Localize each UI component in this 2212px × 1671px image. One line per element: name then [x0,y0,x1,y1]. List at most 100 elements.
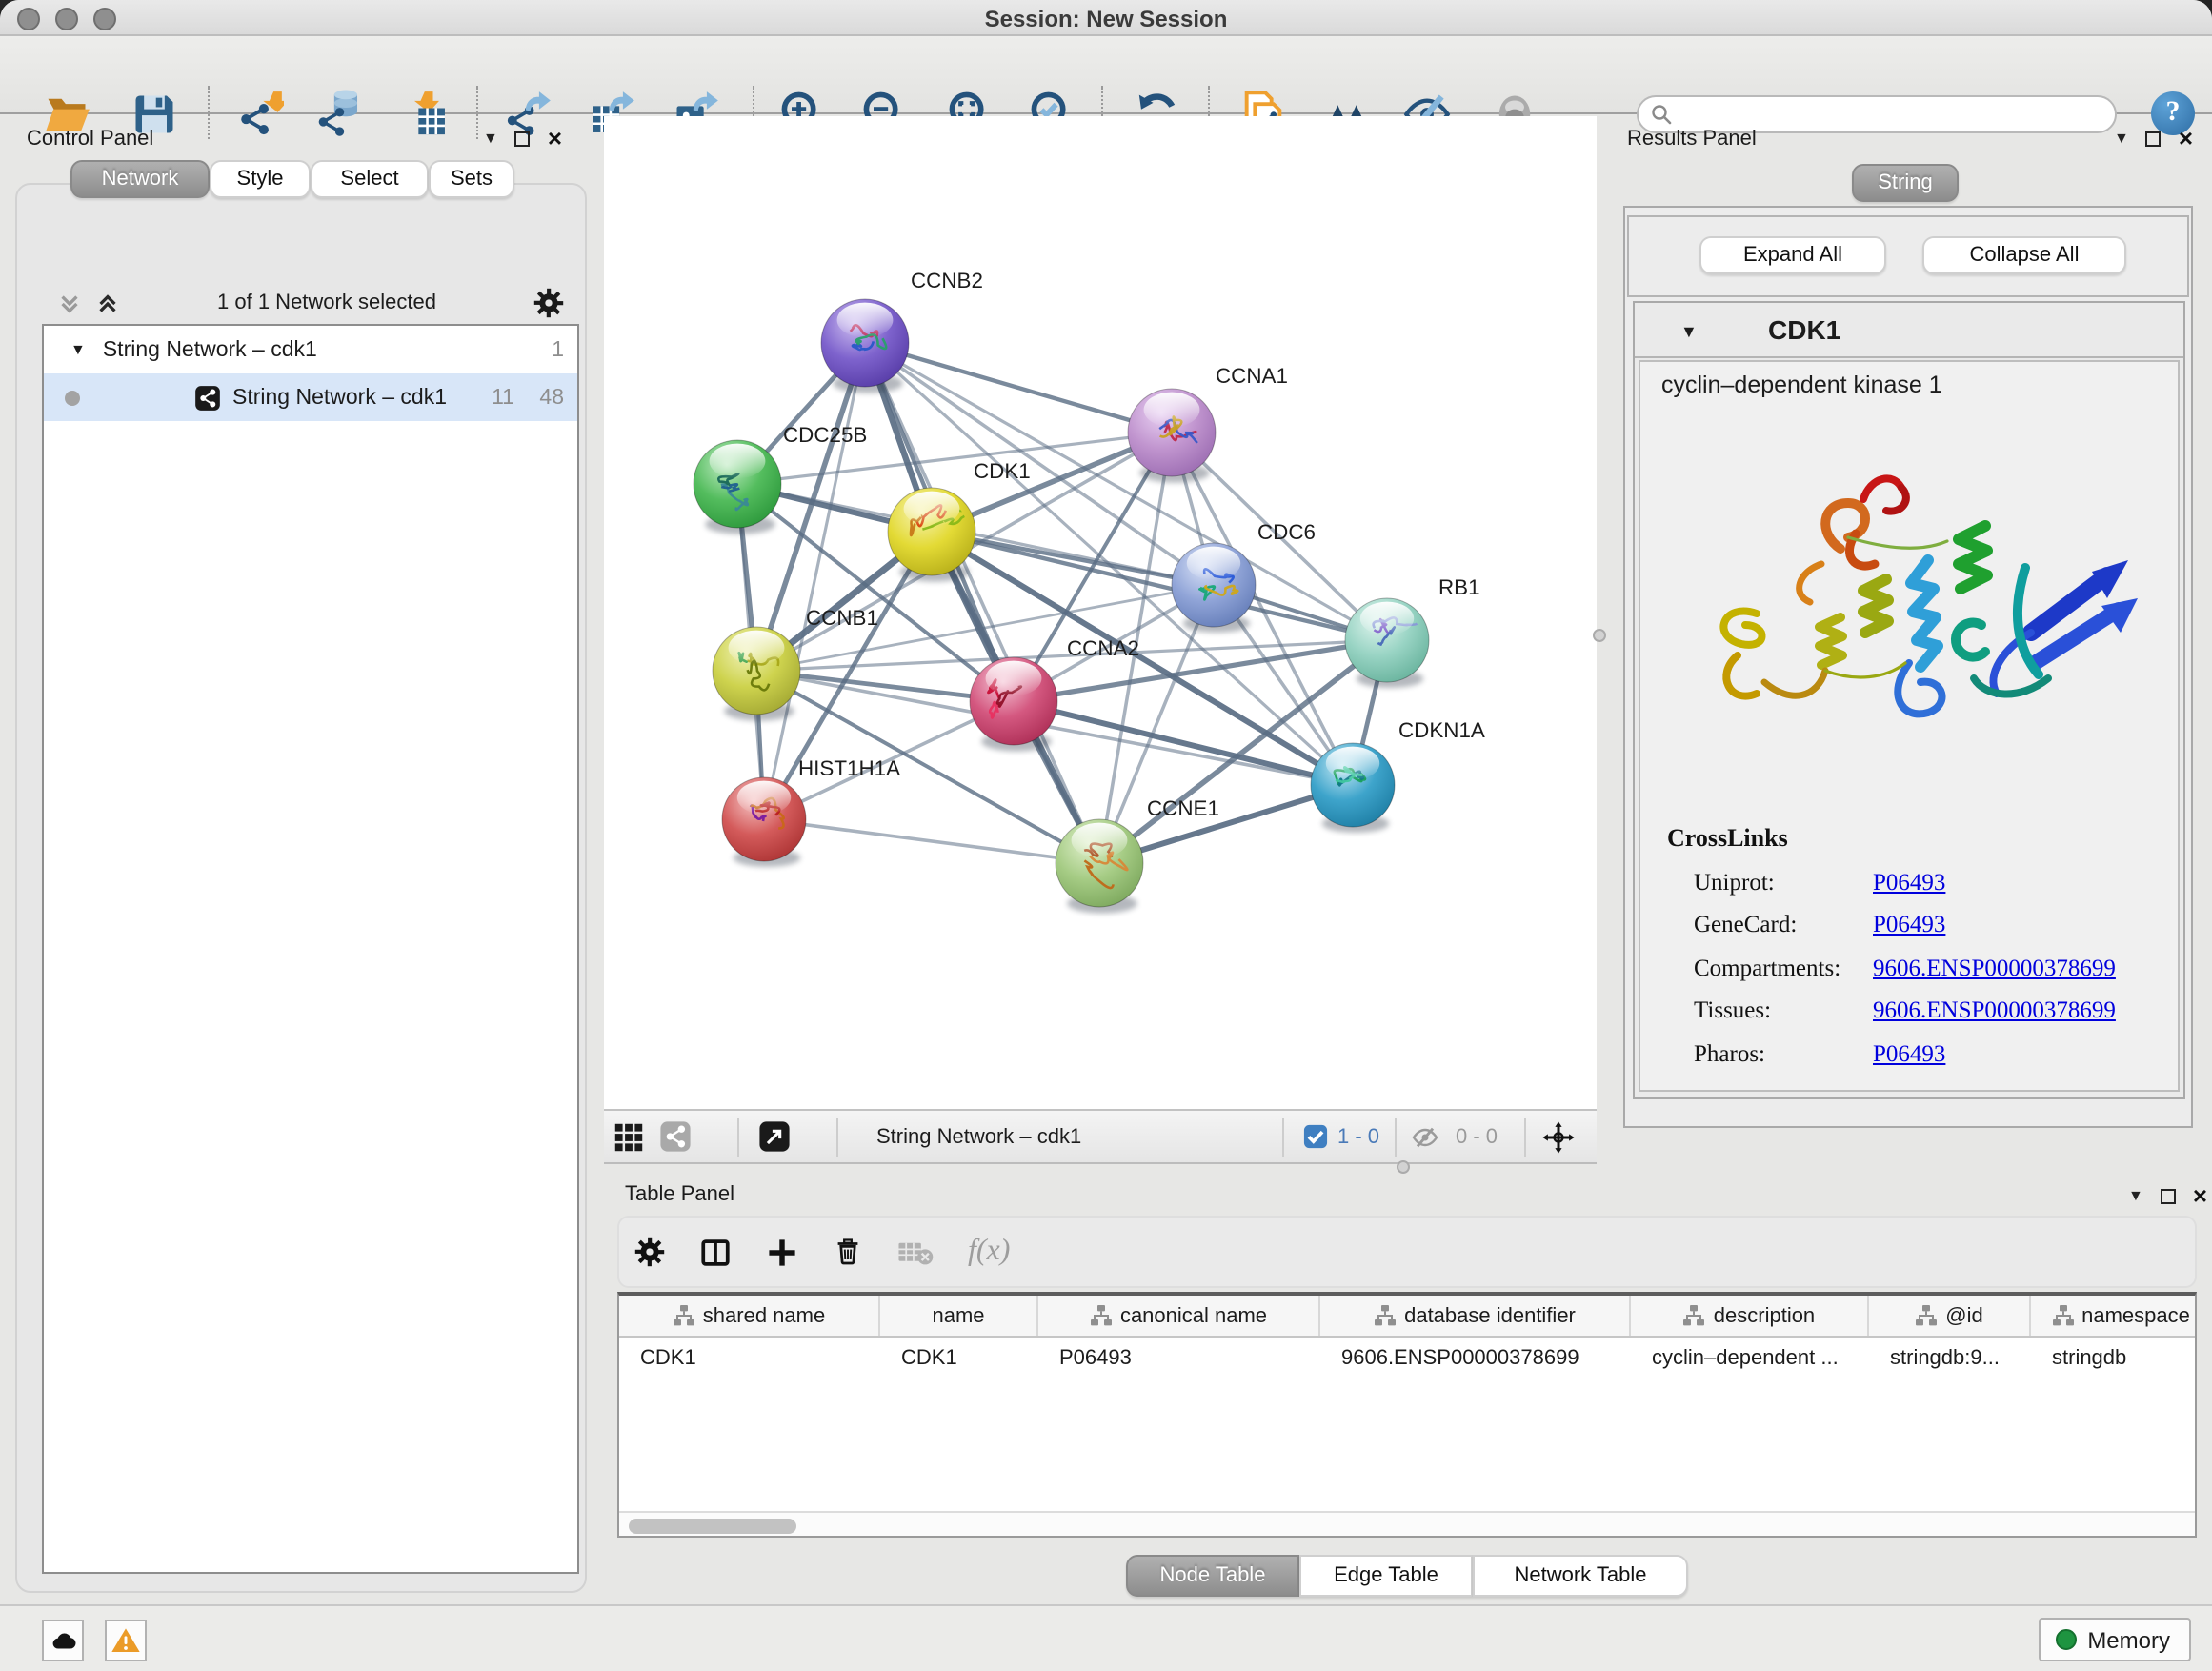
network-edge[interactable] [764,343,865,819]
crosslink-label: Compartments: [1694,955,1873,983]
memory-label: Memory [2087,1626,2170,1653]
scrollbar-thumb[interactable] [629,1518,796,1533]
open-in-new-window-icon[interactable] [758,1111,791,1162]
panel-collapse-icon[interactable]: ▼ [2128,1188,2143,1203]
panel-collapse-icon[interactable]: ▼ [483,131,498,146]
panel-float-icon[interactable] [2161,1188,2176,1203]
selected-checkbox-icon[interactable] [1303,1111,1328,1162]
show-columns-icon[interactable] [699,1236,732,1268]
panel-float-icon[interactable] [515,131,531,146]
column-header-name[interactable]: name [880,1296,1038,1336]
column-header-database-identifier[interactable]: database identifier [1320,1296,1631,1336]
selected-node-edge-counts: 1 - 0 [1337,1111,1379,1162]
panel-close-icon[interactable]: × [2179,126,2193,151]
gene-entry-box: ▼ CDK1 cyclin–dependent kinase 1 [1633,301,2185,1099]
tab-style[interactable]: Style [210,160,311,198]
birdseye-view-icon[interactable] [613,1111,644,1162]
network-current-dot-icon [65,390,80,405]
network-options-gear-icon[interactable] [533,288,564,318]
network-row-selected[interactable]: String Network – cdk1 11 48 [44,373,577,421]
table-panel-title: Table Panel [625,1183,734,1206]
network-edge[interactable] [865,343,1172,433]
node-table: shared namenamecanonical namedatabase id… [617,1292,2197,1538]
string-results-box: Expand All Collapse All ▼ CDK1 cyclin–de… [1623,206,2193,1128]
network-collection-row[interactable]: ▼ String Network – cdk1 1 [44,326,577,373]
network-node-rb1[interactable] [1345,598,1429,688]
create-column-plus-icon[interactable] [766,1236,798,1268]
network-type-badge-icon[interactable] [659,1111,692,1162]
network-node-cdc6[interactable] [1172,543,1256,633]
table-cell: CDK1 [880,1338,1038,1378]
network-node-ccnb1[interactable] [713,627,800,721]
crosslink-label: Uniprot: [1694,869,1873,897]
network-node-hist1h1a[interactable] [722,777,806,867]
crosslink-label: Pharos: [1694,1040,1873,1069]
network-edge[interactable] [865,343,1099,863]
network-node-ccna1[interactable] [1128,389,1216,483]
network-node-ccne1[interactable] [1056,819,1143,914]
cloud-icon [49,1626,77,1655]
tab-sets[interactable]: Sets [429,160,514,198]
tab-edge-table[interactable]: Edge Table [1299,1555,1473,1597]
control-panel-title: Control Panel [27,128,153,151]
network-edge[interactable] [764,819,1099,863]
vertical-splitter-grip[interactable] [1593,629,1606,642]
collection-expand-icon[interactable]: ▼ [70,341,86,358]
crosslink-link[interactable]: P06493 [1873,1040,1945,1069]
column-header--id[interactable]: @id [1869,1296,2031,1336]
crosslink-link[interactable]: P06493 [1873,869,1945,897]
column-tree-icon [1915,1305,1938,1326]
edge-count: 48 [533,386,564,409]
cloud-status-button[interactable] [42,1620,84,1661]
table-cell: 9606.ENSP00000378699 [1320,1338,1631,1378]
panel-float-icon[interactable] [2146,131,2162,146]
column-header-namespace[interactable]: namespace [2031,1296,2197,1336]
table-options-gear-icon[interactable] [634,1237,665,1267]
network-node-cdk1[interactable] [888,488,975,582]
collapse-all-button[interactable]: Collapse All [1922,236,2126,274]
tab-node-table[interactable]: Node Table [1126,1555,1299,1597]
entry-expand-icon[interactable]: ▼ [1680,322,1698,341]
panel-close-icon[interactable]: × [2193,1183,2207,1208]
network-view-canvas[interactable]: CCNB2CCNA1CDC25BCDK1CDC6RB1CCNB1CCNA2CDK… [604,116,1597,1109]
crosslink-row: Uniprot: P06493 [1640,861,2178,904]
node-label-ccnb2: CCNB2 [911,269,983,292]
expand-all-networks-icon[interactable] [95,291,120,315]
expand-all-button[interactable]: Expand All [1699,236,1886,274]
horizontal-splitter-grip[interactable] [1397,1160,1410,1174]
tab-string[interactable]: String [1852,164,1959,202]
tab-network-table[interactable]: Network Table [1473,1555,1688,1597]
crosslink-row: Tissues: 9606.ENSP00000378699 [1640,990,2178,1033]
delete-columns-trash-icon[interactable] [833,1237,863,1267]
tab-network[interactable]: Network [70,160,210,198]
warnings-status-button[interactable] [105,1620,147,1661]
pan-crosshair-icon[interactable] [1541,1111,1576,1162]
collapse-all-networks-icon[interactable] [57,291,82,315]
gene-symbol: CDK1 [1768,314,1840,345]
network-node-cdkn1a[interactable] [1311,743,1395,833]
network-node-cdc25b[interactable] [694,440,781,534]
control-panel: Control Panel ▼ × 1 of 1 Network selecte… [0,114,600,1604]
gene-entry-header[interactable]: ▼ CDK1 [1635,303,2183,358]
column-tree-icon [1374,1305,1397,1326]
network-node-ccna2[interactable] [970,657,1057,752]
crosslink-link[interactable]: 9606.ENSP00000378699 [1873,955,2116,983]
memory-button[interactable]: Memory [2038,1618,2191,1661]
panel-collapse-icon[interactable]: ▼ [2114,131,2129,146]
table-cell: P06493 [1038,1338,1320,1378]
panel-close-icon[interactable]: × [548,126,562,151]
crosslink-link[interactable]: P06493 [1873,912,1945,940]
column-header-shared-name[interactable]: shared name [619,1296,880,1336]
collection-count: 1 [533,338,564,361]
node-label-ccne1: CCNE1 [1147,796,1219,820]
tab-select[interactable]: Select [311,160,429,198]
crosslink-link[interactable]: 9606.ENSP00000378699 [1873,997,2116,1026]
crosslink-row: Compartments: 9606.ENSP00000378699 [1640,947,2178,990]
crosslink-row: GeneCard: P06493 [1640,904,2178,947]
delete-table-icon [897,1238,934,1266]
cytoscape-window: Session: New Session ? Control Panel ▼ × [0,0,2212,1671]
table-row[interactable]: CDK1CDK1P064939606.ENSP00000378699cyclin… [619,1338,2195,1378]
column-header-description[interactable]: description [1631,1296,1869,1336]
column-header-canonical-name[interactable]: canonical name [1038,1296,1320,1336]
table-horizontal-scrollbar[interactable] [619,1511,2195,1536]
